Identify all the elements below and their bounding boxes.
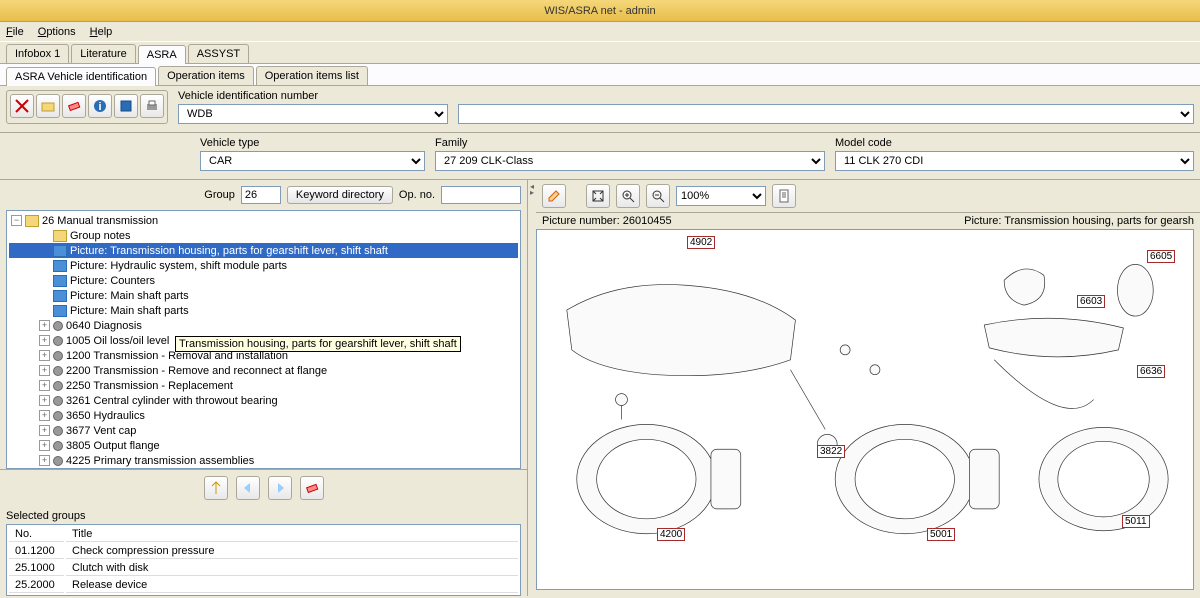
delete-icon[interactable] (10, 94, 34, 118)
expand-icon[interactable] (204, 476, 228, 500)
tree-item[interactable]: Group notes (9, 228, 518, 243)
main-tabs: Infobox 1 Literature ASRA ASSYST (0, 42, 1200, 64)
document-icon[interactable] (772, 184, 796, 208)
edit-icon[interactable] (542, 184, 566, 208)
table-row[interactable]: 25.2000Release device (9, 578, 518, 593)
book-icon[interactable] (114, 94, 138, 118)
menubar: File Options Help (0, 22, 1200, 42)
group-input[interactable] (241, 186, 281, 204)
selected-groups-table: No.Title 01.1200Check compression pressu… (6, 524, 521, 596)
tab-literature[interactable]: Literature (71, 44, 135, 63)
menu-help[interactable]: Help (90, 26, 113, 38)
window-titlebar: WIS/ASRA net - admin (0, 0, 1200, 22)
zoom-in-icon[interactable] (616, 184, 640, 208)
zoom-out-icon[interactable] (646, 184, 670, 208)
picture-canvas[interactable]: 4902 6605 6603 6636 3822 4200 5001 5011 (536, 229, 1194, 590)
vehicle-row: Vehicle type CAR Family 27 209 CLK-Class… (0, 133, 1200, 180)
opno-label: Op. no. (399, 189, 435, 201)
callout: 6603 (1077, 295, 1105, 308)
eraser-icon[interactable] (300, 476, 324, 500)
menu-file[interactable]: File (6, 26, 24, 38)
tree-item[interactable]: +3805 Output flange (9, 438, 518, 453)
splitter[interactable]: ◂▸ (528, 180, 536, 596)
folder-icon[interactable] (36, 94, 60, 118)
diagram-svg (537, 230, 1193, 589)
tree-item[interactable]: Picture: Hydraulic system, shift module … (9, 258, 518, 273)
tab-assyst[interactable]: ASSYST (188, 44, 249, 63)
tree-item[interactable]: Picture: Transmission housing, parts for… (9, 243, 518, 258)
tree-item[interactable]: Picture: Counters (9, 273, 518, 288)
tree-item[interactable]: +3677 Vent cap (9, 423, 518, 438)
vin-detail-select[interactable] (458, 104, 1194, 124)
tab-infobox[interactable]: Infobox 1 (6, 44, 69, 63)
tree-item[interactable]: Picture: Main shaft parts (9, 288, 518, 303)
vehtype-select[interactable]: CAR (200, 151, 425, 171)
selected-groups-heading: Selected groups (6, 508, 521, 524)
toolbar-area: i Vehicle identification number WDB (0, 86, 1200, 133)
picture-number: Picture number: 26010455 (542, 215, 672, 227)
picture-header: Picture number: 26010455 Picture: Transm… (536, 213, 1200, 229)
toolbar-buttons: i (6, 90, 168, 124)
left-pane: Group Keyword directory Op. no. −26 Manu… (0, 180, 528, 596)
next-icon[interactable] (268, 476, 292, 500)
subtab-vehicle-id[interactable]: ASRA Vehicle identification (6, 67, 156, 86)
sub-tabs: ASRA Vehicle identification Operation it… (0, 64, 1200, 86)
tree-root[interactable]: −26 Manual transmission (9, 213, 518, 228)
fit-icon[interactable] (586, 184, 610, 208)
vin-select[interactable]: WDB (178, 104, 448, 124)
tooltip: Transmission housing, parts for gearshif… (175, 336, 461, 352)
modelcode-select[interactable]: 11 CLK 270 CDI (835, 151, 1194, 171)
selected-groups: Selected groups No.Title 01.1200Check co… (0, 506, 527, 596)
modelcode-label: Model code (835, 137, 1194, 149)
callout: 6605 (1147, 250, 1175, 263)
vehtype-label: Vehicle type (200, 137, 425, 149)
callout: 5011 (1122, 515, 1150, 528)
callout: 3822 (817, 445, 845, 458)
table-row[interactable]: 25.1000Clutch with disk (9, 561, 518, 576)
group-label: Group (204, 189, 235, 201)
picture-name: Picture: Transmission housing, parts for… (964, 215, 1194, 227)
picture-toolbar: 100% (536, 180, 1200, 213)
table-row[interactable]: 01.1200Check compression pressure (9, 544, 518, 559)
tree-toolbar (0, 469, 527, 506)
callout: 4902 (687, 236, 715, 249)
svg-text:i: i (98, 101, 101, 113)
tree-item[interactable]: +2200 Transmission - Remove and reconnec… (9, 363, 518, 378)
family-label: Family (435, 137, 825, 149)
info-icon[interactable]: i (88, 94, 112, 118)
window-title: WIS/ASRA net - admin (544, 5, 655, 17)
tree-item[interactable]: +0640 Diagnosis (9, 318, 518, 333)
tree-item[interactable]: +2250 Transmission - Replacement (9, 378, 518, 393)
col-title: Title (66, 527, 518, 542)
subtab-operation-items[interactable]: Operation items (158, 66, 254, 85)
callout: 4200 (657, 528, 685, 541)
tree-item[interactable]: +3650 Hydraulics (9, 408, 518, 423)
vin-spacer (458, 90, 1194, 102)
print-icon[interactable] (140, 94, 164, 118)
right-pane: 100% Picture number: 26010455 Picture: T… (536, 180, 1200, 596)
zoom-select[interactable]: 100% (676, 186, 766, 206)
keyword-directory-button[interactable]: Keyword directory (287, 186, 393, 204)
callout: 6636 (1137, 365, 1165, 378)
callout: 5001 (927, 528, 955, 541)
tree-item[interactable]: Picture: Main shaft parts (9, 303, 518, 318)
prev-icon[interactable] (236, 476, 260, 500)
group-bar: Group Keyword directory Op. no. (0, 180, 527, 210)
col-no: No. (9, 527, 64, 542)
menu-options[interactable]: Options (38, 26, 76, 38)
subtab-operation-list[interactable]: Operation items list (256, 66, 368, 85)
tree-item[interactable]: +3261 Central cylinder with throwout bea… (9, 393, 518, 408)
opno-input[interactable] (441, 186, 521, 204)
vin-label: Vehicle identification number (178, 90, 448, 102)
family-select[interactable]: 27 209 CLK-Class (435, 151, 825, 171)
eraser-icon[interactable] (62, 94, 86, 118)
tab-asra[interactable]: ASRA (138, 45, 186, 64)
tree-item[interactable]: +4225 Primary transmission assemblies (9, 453, 518, 468)
